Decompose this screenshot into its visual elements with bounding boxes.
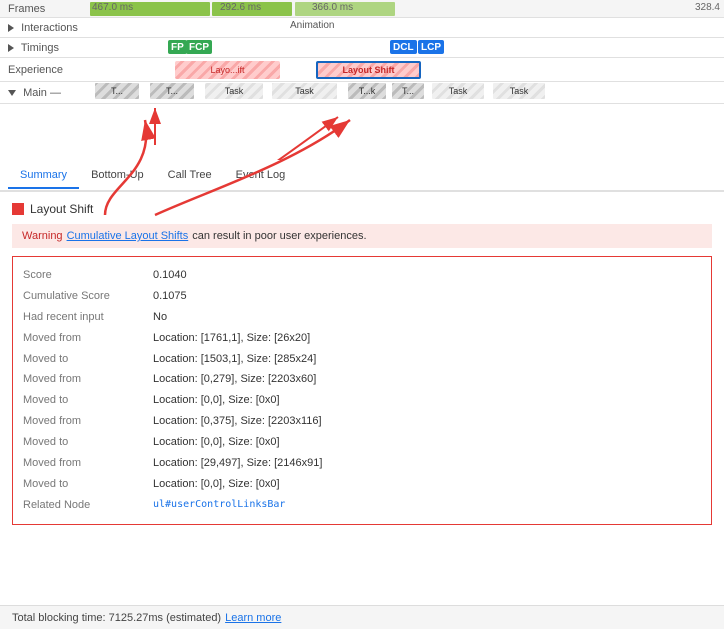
related-node-val[interactable]: ul#userControlLinksBar [153, 495, 285, 516]
moved-from-4-key: Moved from [23, 453, 153, 474]
lcp-badge: LCP [418, 40, 444, 54]
main-track: T... T... Task Task T...k T... Task Task [90, 82, 724, 103]
task-5: T...k [348, 83, 386, 99]
timings-track: FP FCP DCL LCP [90, 38, 724, 57]
frames-row: Frames 467.0 ms 292.6 ms 366.0 ms 328.4 [0, 0, 724, 18]
tab-summary[interactable]: Summary [8, 163, 79, 189]
score-key: Score [23, 265, 153, 286]
main-row: Main — T... T... Task Task T...k T... Ta… [0, 82, 724, 104]
moved-to-3-key: Moved to [23, 432, 153, 453]
arrow-2 [200, 117, 338, 160]
task-8: Task [493, 83, 545, 99]
timestamp-1: 467.0 ms [92, 2, 133, 13]
task-2: T... [150, 83, 194, 99]
tab-bottom-up[interactable]: Bottom-Up [79, 163, 156, 189]
moved-from-3-val: Location: [0,375], Size: [2203x116] [153, 411, 322, 432]
moved-from-2-val: Location: [0,279], Size: [2203x60] [153, 369, 316, 390]
moved-to-2-key: Moved to [23, 390, 153, 411]
cumulative-score-key: Cumulative Score [23, 286, 153, 307]
moved-from-2-key: Moved from [23, 369, 153, 390]
tab-event-log[interactable]: Event Log [224, 163, 298, 189]
task-6: T... [392, 83, 424, 99]
recent-input-key: Had recent input [23, 307, 153, 328]
detail-recent-input: Had recent input No [23, 307, 701, 328]
warning-suffix: can result in poor user experiences. [192, 230, 366, 242]
exp-block-1-label: Layo...ift [210, 65, 244, 75]
fcp-badge: FCP [186, 40, 212, 54]
task-4: Task [272, 83, 337, 99]
detail-moved-from-2: Moved from Location: [0,279], Size: [220… [23, 369, 701, 390]
animation-label: Animation [290, 20, 334, 31]
footer-bar: Total blocking time: 7125.27ms (estimate… [0, 605, 724, 629]
frames-label: Frames [0, 3, 90, 15]
moved-to-4-key: Moved to [23, 474, 153, 495]
moved-to-2-val: Location: [0,0], Size: [0x0] [153, 390, 280, 411]
timestamp-3: 366.0 ms [312, 2, 353, 13]
moved-from-1-val: Location: [1761,1], Size: [26x20] [153, 328, 310, 349]
score-val: 0.1040 [153, 265, 187, 286]
details-box: Score 0.1040 Cumulative Score 0.1075 Had… [12, 256, 712, 525]
experience-label: Experience [0, 64, 90, 76]
experience-row: Experience Layo...ift Layout Shift [0, 58, 724, 82]
warning-banner: Warning Cumulative Layout Shifts can res… [12, 224, 712, 248]
related-node-key: Related Node [23, 495, 153, 516]
interactions-label: Interactions [0, 22, 90, 34]
timestamp-2: 292.6 ms [220, 2, 261, 13]
detail-moved-from-4: Moved from Location: [29,497], Size: [21… [23, 453, 701, 474]
moved-from-3-key: Moved from [23, 411, 153, 432]
footer-text: Total blocking time: 7125.27ms (estimate… [12, 612, 221, 624]
detail-moved-from-3: Moved from Location: [0,375], Size: [220… [23, 411, 701, 432]
detail-related-node: Related Node ul#userControlLinksBar [23, 495, 701, 516]
timings-label: Timings [0, 42, 90, 54]
fp-badge: FP [168, 40, 187, 54]
main-label: Main — [0, 87, 90, 99]
dcl-badge: DCL [390, 40, 417, 54]
expand-icon[interactable] [8, 24, 14, 32]
summary-panel: Layout Shift Warning Cumulative Layout S… [0, 192, 724, 531]
frames-track: 467.0 ms 292.6 ms 366.0 ms 328.4 [90, 0, 724, 17]
tab-call-tree[interactable]: Call Tree [156, 163, 224, 189]
task-7: Task [432, 83, 484, 99]
detail-moved-from-1: Moved from Location: [1761,1], Size: [26… [23, 328, 701, 349]
moved-to-4-val: Location: [0,0], Size: [0x0] [153, 474, 280, 495]
moved-to-1-val: Location: [1503,1], Size: [285x24] [153, 349, 316, 370]
moved-to-1-key: Moved to [23, 349, 153, 370]
devtools-container: Frames 467.0 ms 292.6 ms 366.0 ms 328.4 … [0, 0, 724, 629]
panel-title: Layout Shift [12, 202, 712, 216]
panel-title-text: Layout Shift [30, 202, 93, 216]
detail-moved-to-3: Moved to Location: [0,0], Size: [0x0] [23, 432, 701, 453]
interactions-row: Interactions Animation [0, 18, 724, 38]
tabs-bar: Summary Bottom-Up Call Tree Event Log [0, 160, 724, 192]
exp-block-2-label: Layout Shift [343, 65, 395, 75]
detail-moved-to-4: Moved to Location: [0,0], Size: [0x0] [23, 474, 701, 495]
main-expand-icon[interactable] [8, 90, 16, 96]
timeline-section: Frames 467.0 ms 292.6 ms 366.0 ms 328.4 … [0, 0, 724, 160]
moved-to-3-val: Location: [0,0], Size: [0x0] [153, 432, 280, 453]
task-3: Task [205, 83, 263, 99]
warning-prefix: Warning [22, 230, 63, 242]
moved-from-1-key: Moved from [23, 328, 153, 349]
detail-moved-to-1: Moved to Location: [1503,1], Size: [285x… [23, 349, 701, 370]
interactions-track: Animation [90, 18, 724, 37]
cumulative-score-val: 0.1075 [153, 286, 187, 307]
detail-score: Score 0.1040 [23, 265, 701, 286]
task-1: T... [95, 83, 139, 99]
layout-shift-icon [12, 203, 24, 215]
detail-moved-to-2: Moved to Location: [0,0], Size: [0x0] [23, 390, 701, 411]
timings-expand-icon[interactable] [8, 44, 14, 52]
exp-block-1[interactable]: Layo...ift [175, 61, 280, 79]
warning-link[interactable]: Cumulative Layout Shifts [67, 230, 189, 242]
recent-input-val: No [153, 307, 167, 328]
experience-track: Layo...ift Layout Shift [90, 58, 724, 81]
timings-row: Timings FP FCP DCL LCP [0, 38, 724, 58]
learn-more-link[interactable]: Learn more [225, 612, 281, 624]
exp-block-2[interactable]: Layout Shift [316, 61, 421, 79]
detail-cumulative-score: Cumulative Score 0.1075 [23, 286, 701, 307]
timestamp-4: 328.4 [695, 2, 720, 13]
moved-from-4-val: Location: [29,497], Size: [2146x91] [153, 453, 322, 474]
